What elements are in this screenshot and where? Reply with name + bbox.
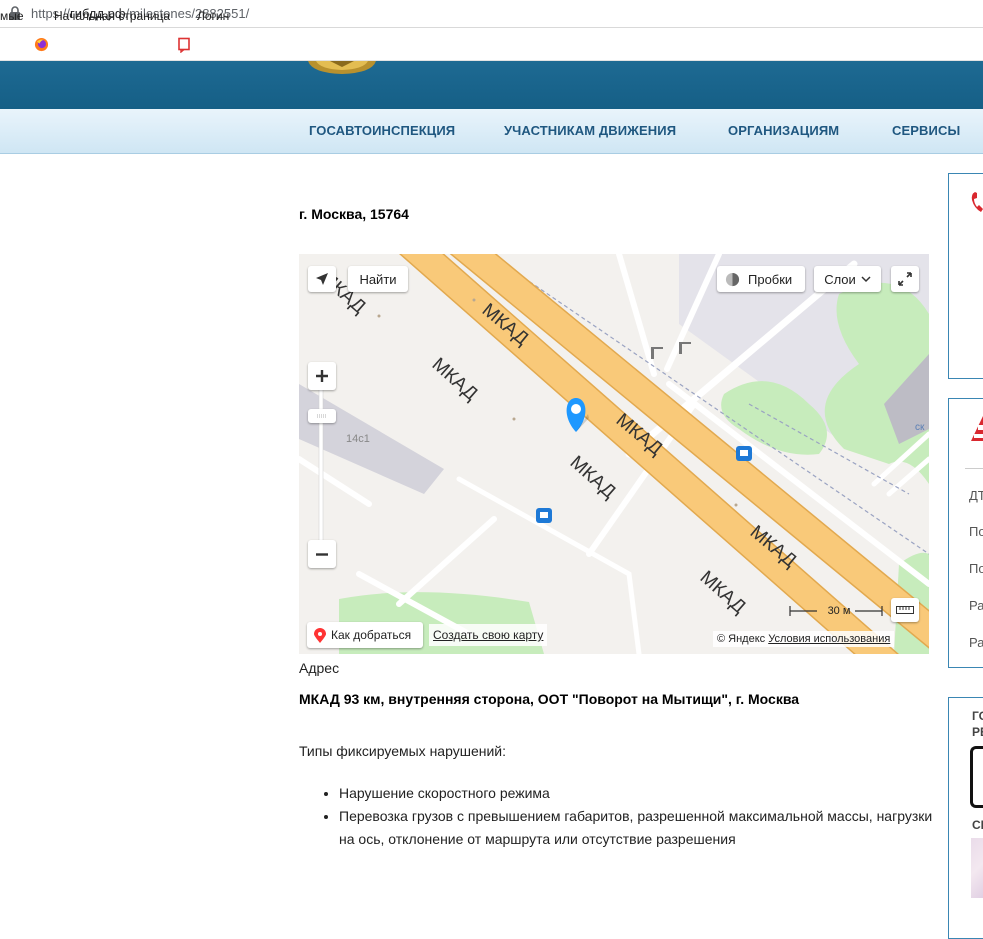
ruler-button[interactable]: [891, 598, 919, 622]
road-label: МКАД: [696, 567, 750, 618]
building-label: 14с1: [346, 433, 370, 445]
traffic-button[interactable]: Пробки: [717, 266, 805, 292]
bus-stop-icon[interactable]: [736, 446, 752, 461]
ruler-icon: [896, 606, 914, 614]
sidebar-item[interactable]: По: [969, 561, 983, 576]
address-label: Адрес: [299, 660, 340, 676]
route-button[interactable]: Как добраться: [307, 622, 423, 648]
sidebar-item[interactable]: ДТ: [969, 488, 983, 503]
search-box[interactable]: [970, 746, 983, 808]
bus-stop-icon[interactable]: [536, 508, 552, 523]
bookmark-icon: [178, 37, 190, 53]
sidebar-divider: [965, 468, 983, 469]
bookmark-login[interactable]: Логин: [197, 9, 229, 23]
zoom-in-button[interactable]: [308, 362, 336, 390]
address-value: МКАД 93 км, внутренняя сторона, ООТ "Пов…: [299, 691, 800, 707]
zoom-slider-handle[interactable]: [308, 409, 336, 423]
expand-icon: [898, 272, 912, 286]
road-label: МКАД: [428, 354, 482, 405]
traffic-icon: [725, 272, 740, 286]
navigation-arrow-icon: [316, 273, 328, 285]
map-pin-icon: [314, 627, 326, 643]
road-label: МКАД: [566, 452, 620, 503]
find-button[interactable]: Найти: [348, 266, 408, 292]
map-edge-label: ск: [915, 422, 925, 433]
fullscreen-button[interactable]: [891, 266, 919, 292]
zoom-out-button[interactable]: [308, 540, 336, 568]
violation-item: Нарушение скоростного режима: [339, 782, 949, 805]
bookmark-favorites[interactable]: мые: [0, 9, 24, 23]
chevron-down-icon: [861, 275, 871, 282]
geolocation-button[interactable]: [308, 266, 336, 292]
traffic-label: Пробки: [748, 271, 793, 287]
bookmark-home[interactable]: Начальная страница: [54, 9, 170, 23]
emblem-icon[interactable]: [306, 61, 378, 75]
copyright-text: © Яндекс: [717, 633, 766, 645]
map[interactable]: МКАД МКАД МКАД МКАД МКАД МКАД МКАД 14с1 …: [299, 254, 929, 654]
nav-services[interactable]: СЕРВИСЫ: [892, 123, 960, 138]
sidebar-item[interactable]: Ра: [969, 635, 983, 650]
page-title: г. Москва, 15764: [299, 206, 409, 222]
scale-label: 30 м: [827, 605, 851, 617]
grip-icon: [317, 414, 327, 418]
site-header: [0, 61, 983, 109]
layers-label: Слои: [824, 271, 856, 287]
violations-label: Типы фиксируемых нарушений:: [299, 743, 506, 759]
route-label: Как добраться: [331, 628, 412, 642]
certificate-image[interactable]: [971, 838, 983, 898]
sidebar-item[interactable]: По: [969, 524, 983, 539]
minus-icon: [316, 552, 328, 556]
firefox-icon: [34, 37, 49, 52]
sidebar-item[interactable]: Ра: [969, 598, 983, 613]
nav-participants[interactable]: УЧАСТНИКАМ ДВИЖЕНИЯ: [504, 123, 676, 138]
card-heading: РЕ: [972, 725, 983, 739]
bookmarks-bar: [0, 28, 983, 61]
plus-icon: [316, 370, 328, 382]
phone-icon: [971, 192, 983, 212]
violations-list: Нарушение скоростного режима Перевозка г…: [321, 782, 949, 851]
layers-button[interactable]: Слои: [814, 266, 881, 292]
terms-link[interactable]: Условия использования: [768, 633, 890, 645]
violation-item: Перевозка грузов с превышением габаритов…: [339, 805, 949, 851]
map-canvas[interactable]: МКАД МКАД МКАД МКАД МКАД МКАД МКАД 14с1 …: [299, 254, 929, 654]
card-heading: СЕ: [972, 818, 983, 832]
create-map-link[interactable]: Создать свою карту: [429, 624, 548, 646]
nav-gosavtoinspekciya[interactable]: ГОСАВТОИНСПЕКЦИЯ: [309, 123, 455, 138]
nav-organizations[interactable]: ОРГАНИЗАЦИЯМ: [728, 123, 839, 138]
warning-icon: [971, 416, 983, 441]
map-attribution: © Яндекс Условия использования: [713, 631, 895, 647]
card-heading: ГО: [972, 709, 983, 723]
